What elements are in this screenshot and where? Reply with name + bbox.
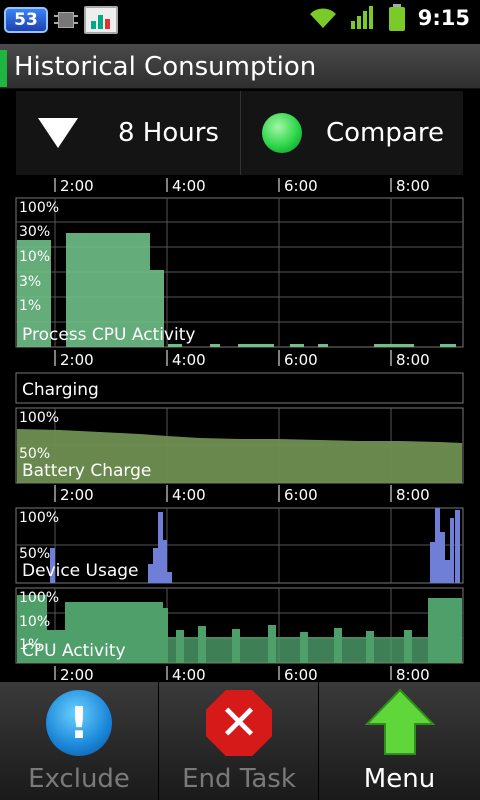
panel-label: Charging [22, 380, 99, 400]
panel-label: Battery Charge [22, 461, 151, 481]
hours-label: 8 Hours [118, 118, 219, 148]
cpu-activity-bar [404, 630, 412, 663]
battery-icon [388, 4, 405, 31]
cpu-bar [318, 344, 328, 347]
time-axis-3: 2:00 4:00 6:00 8:00 [54, 485, 430, 504]
up-arrow-icon [364, 688, 435, 755]
info-exclamation-icon: ! [46, 690, 112, 756]
signal-icon [350, 6, 373, 29]
status-bar: 53 9:15 [0, 0, 480, 38]
cpu-activity-bar [176, 630, 184, 663]
charging-panel: Charging [15, 372, 464, 404]
tick-label: 6:00 [284, 486, 318, 504]
usage-bar [148, 564, 153, 583]
tick-label: 2:00 [60, 351, 94, 369]
page-title: Historical Consumption [14, 52, 317, 82]
time-axis-2: 2:00 4:00 6:00 8:00 [54, 350, 430, 369]
y-label: 30% [19, 224, 50, 240]
cpu-activity-bar [232, 629, 240, 663]
cpu-bar [290, 344, 304, 347]
time-axis-4: 2:00 4:00 6:00 8:00 [54, 666, 430, 682]
hours-dropdown[interactable]: 8 Hours [16, 91, 241, 175]
dropdown-triangle-icon [38, 118, 78, 148]
tick-label: 6:00 [284, 177, 318, 195]
tick-label: 2:00 [60, 177, 94, 195]
title-bar: Historical Consumption [0, 44, 480, 89]
usage-bar [435, 508, 440, 583]
cpu-activity-bar [268, 625, 276, 663]
usage-bar [163, 540, 167, 583]
end-task-label: End Task [182, 764, 296, 794]
exclude-button[interactable]: ! Exclude [0, 682, 159, 800]
device-usage-panel: 100% 50% Device Usage [15, 507, 464, 584]
tick-label: 8:00 [396, 177, 430, 195]
cpu-activity-bar [428, 598, 462, 663]
tick-label: 4:00 [172, 351, 206, 369]
cpu-bar [374, 344, 414, 347]
panel-label: Device Usage [22, 561, 139, 581]
cpu-activity-panel: 100% 10% 1% CPU Activity [15, 587, 464, 664]
wifi-icon [309, 8, 336, 28]
green-dot-icon [262, 113, 302, 153]
battery-panel: 100% 50% Battery Charge [15, 407, 464, 484]
y-label: 100% [19, 410, 59, 426]
end-task-button[interactable]: ✕ End Task [160, 682, 319, 800]
panel-label: Process CPU Activity [22, 325, 195, 345]
tick-label: 2:00 [60, 486, 94, 504]
tick-label: 4:00 [172, 666, 206, 682]
menu-label: Menu [363, 764, 436, 794]
y-label: 50% [19, 546, 50, 562]
cpu-activity-bar [334, 628, 342, 663]
bottom-action-bar: ! Exclude ✕ End Task Menu [0, 682, 480, 800]
tick-label: 8:00 [396, 666, 430, 682]
usage-bar [158, 512, 163, 583]
chip-icon [54, 8, 78, 32]
y-label: 100% [19, 510, 59, 526]
y-label: 1% [19, 298, 41, 314]
cpu-activity-bar [168, 637, 428, 663]
clock: 9:15 [417, 6, 470, 30]
charts-area: .tick{fill:#fff;font-family:"DejaVu Sans… [15, 177, 464, 682]
cpu-bar [440, 344, 456, 347]
y-label: 100% [19, 200, 59, 216]
tick-label: 8:00 [396, 486, 430, 504]
tick-label: 6:00 [284, 351, 318, 369]
cpu-activity-bar [158, 608, 168, 663]
y-label: 10% [19, 249, 50, 265]
usage-bar [450, 518, 454, 583]
y-label: 100% [19, 590, 59, 606]
exclude-label: Exclude [28, 764, 130, 794]
notification-count-badge[interactable]: 53 [4, 7, 48, 33]
tick-label: 6:00 [284, 666, 318, 682]
process-cpu-panel: 100% 30% 10% 3% 1% Process CPU Activity [15, 197, 464, 348]
cpu-activity-bar [300, 632, 308, 663]
compare-label: Compare [326, 118, 444, 148]
y-label: 50% [19, 446, 50, 462]
cpu-bar [238, 344, 274, 347]
usage-bar [430, 542, 435, 583]
usage-bar [167, 572, 172, 583]
controls-bar: 8 Hours Compare [16, 91, 463, 175]
usage-bar [153, 548, 158, 583]
cpu-activity-bar [366, 631, 374, 663]
tick-label: 4:00 [172, 486, 206, 504]
cpu-activity-bar [198, 626, 206, 663]
tick-label: 4:00 [172, 177, 206, 195]
tick-label: 2:00 [60, 666, 94, 682]
cpu-bar [210, 344, 220, 347]
compare-toggle[interactable]: Compare [242, 91, 463, 175]
tick-label: 8:00 [396, 351, 430, 369]
menu-button[interactable]: Menu [320, 682, 479, 800]
title-accent [0, 50, 7, 87]
time-axis-1: 2:00 4:00 6:00 8:00 [54, 177, 430, 195]
y-label: 10% [19, 614, 50, 630]
usage-bar [445, 560, 450, 583]
usage-bar [455, 510, 460, 583]
y-label: 3% [19, 274, 41, 290]
app-icon [84, 6, 118, 34]
panel-label: CPU Activity [22, 641, 126, 661]
usage-bar [440, 532, 445, 583]
close-x-icon: ✕ [206, 690, 272, 756]
